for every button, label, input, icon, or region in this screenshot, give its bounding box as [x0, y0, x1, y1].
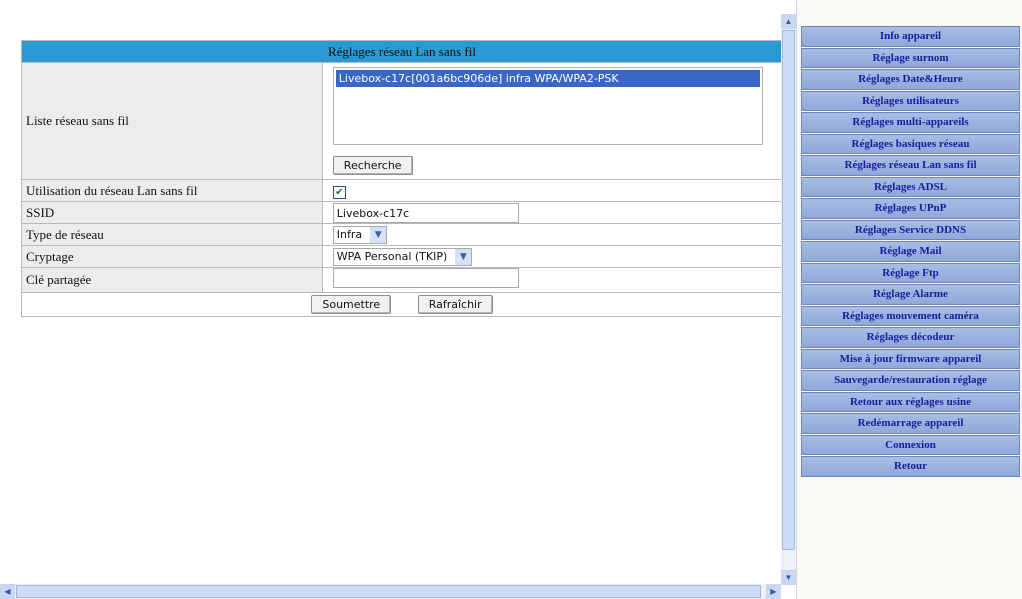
menu-item[interactable]: Sauvegarde/restauration réglage — [801, 370, 1020, 391]
use-wlan-checkbox[interactable]: ✔ — [332, 185, 346, 199]
network-type-cell: Infra ▼ — [321, 223, 784, 246]
menu-item[interactable]: Réglage Mail — [801, 241, 1020, 262]
search-button[interactable]: Recherche — [332, 156, 413, 175]
menu-item[interactable]: Connexion — [801, 434, 1020, 455]
horizontal-scrollbar[interactable]: ◀ ▶ — [0, 584, 781, 599]
arrow-right-icon[interactable]: ▶ — [766, 584, 781, 599]
menu-item[interactable]: Redémarrage appareil — [801, 413, 1020, 434]
check-icon: ✔ — [335, 186, 344, 198]
submit-button[interactable]: Soumettre — [311, 295, 392, 314]
horizontal-scroll-thumb[interactable] — [16, 585, 761, 598]
menu-item[interactable]: Réglages multi-appareils — [801, 112, 1020, 133]
menu-item[interactable]: Réglages Service DDNS — [801, 219, 1020, 240]
wireless-settings-form: Réglages réseau Lan sans fil Liste résea… — [21, 40, 784, 317]
encryption-value: WPA Personal (TKIP) — [336, 250, 448, 263]
settings-menu: Info appareil Réglage surnom Réglages Date… — [801, 26, 1020, 478]
vertical-scrollbar[interactable]: ▲ ▼ — [781, 14, 796, 585]
menu-item[interactable]: Réglages ADSL — [801, 176, 1020, 197]
menu-item[interactable]: Réglages UPnP — [801, 198, 1020, 219]
refresh-button[interactable]: Rafraîchir — [417, 295, 493, 314]
network-type-value: Infra — [336, 228, 363, 241]
ssid-label: SSID — [21, 201, 323, 224]
menu-item[interactable]: Réglages décodeur — [801, 327, 1020, 348]
menu-item[interactable]: Retour — [801, 456, 1020, 477]
wireless-network-item[interactable]: Livebox-c17c[001a6bc906de] infra WPA/WPA… — [335, 70, 760, 87]
shared-key-label: Clé partagée — [21, 267, 323, 293]
network-type-select[interactable]: Infra ▼ — [332, 225, 388, 244]
wireless-list-label: Liste réseau sans fil — [21, 62, 323, 180]
ssid-input[interactable]: Livebox-c17c — [332, 202, 519, 223]
wireless-network-list[interactable]: Livebox-c17c[001a6bc906de] infra WPA/WPA… — [332, 67, 763, 145]
menu-item[interactable]: Réglages basiques réseau — [801, 133, 1020, 154]
menu-item[interactable]: Réglages Date&Heure — [801, 69, 1020, 90]
encryption-label: Cryptage — [21, 245, 323, 268]
shared-key-cell — [321, 267, 784, 293]
vertical-scroll-thumb[interactable] — [782, 30, 795, 550]
encryption-cell: WPA Personal (TKIP) ▼ — [321, 245, 784, 268]
use-wlan-label: Utilisation du réseau Lan sans fil — [21, 179, 323, 202]
menu-item[interactable]: Info appareil — [801, 26, 1020, 47]
arrow-left-icon[interactable]: ◀ — [0, 584, 15, 599]
form-actions: Soumettre Rafraîchir — [21, 292, 783, 317]
network-type-label: Type de réseau — [21, 223, 323, 246]
content-frame: Réglages réseau Lan sans fil Liste résea… — [0, 0, 797, 599]
use-wlan-cell: ✔ — [321, 179, 784, 202]
chevron-down-icon[interactable]: ▼ — [370, 226, 387, 243]
wireless-list-cell: Livebox-c17c[001a6bc906de] infra WPA/WPA… — [321, 62, 784, 180]
form-title: Réglages réseau Lan sans fil — [21, 40, 783, 63]
menu-item[interactable]: Retour aux réglages usine — [801, 391, 1020, 412]
arrow-up-icon[interactable]: ▲ — [781, 14, 796, 29]
chevron-down-icon[interactable]: ▼ — [455, 248, 472, 265]
menu-item[interactable]: Réglage Ftp — [801, 262, 1020, 283]
menu-item[interactable]: Mise à jour firmware appareil — [801, 348, 1020, 369]
menu-item[interactable]: Réglage Alarme — [801, 284, 1020, 305]
ssid-cell: Livebox-c17c — [321, 201, 784, 224]
shared-key-input[interactable] — [332, 268, 519, 288]
menu-item[interactable]: Réglages réseau Lan sans fil — [801, 155, 1020, 176]
menu-item[interactable]: Réglage surnom — [801, 47, 1020, 68]
menu-item[interactable]: Réglages utilisateurs — [801, 90, 1020, 111]
menu-item[interactable]: Réglages mouvement caméra — [801, 305, 1020, 326]
arrow-down-icon[interactable]: ▼ — [781, 570, 796, 585]
encryption-select[interactable]: WPA Personal (TKIP) ▼ — [332, 247, 473, 266]
